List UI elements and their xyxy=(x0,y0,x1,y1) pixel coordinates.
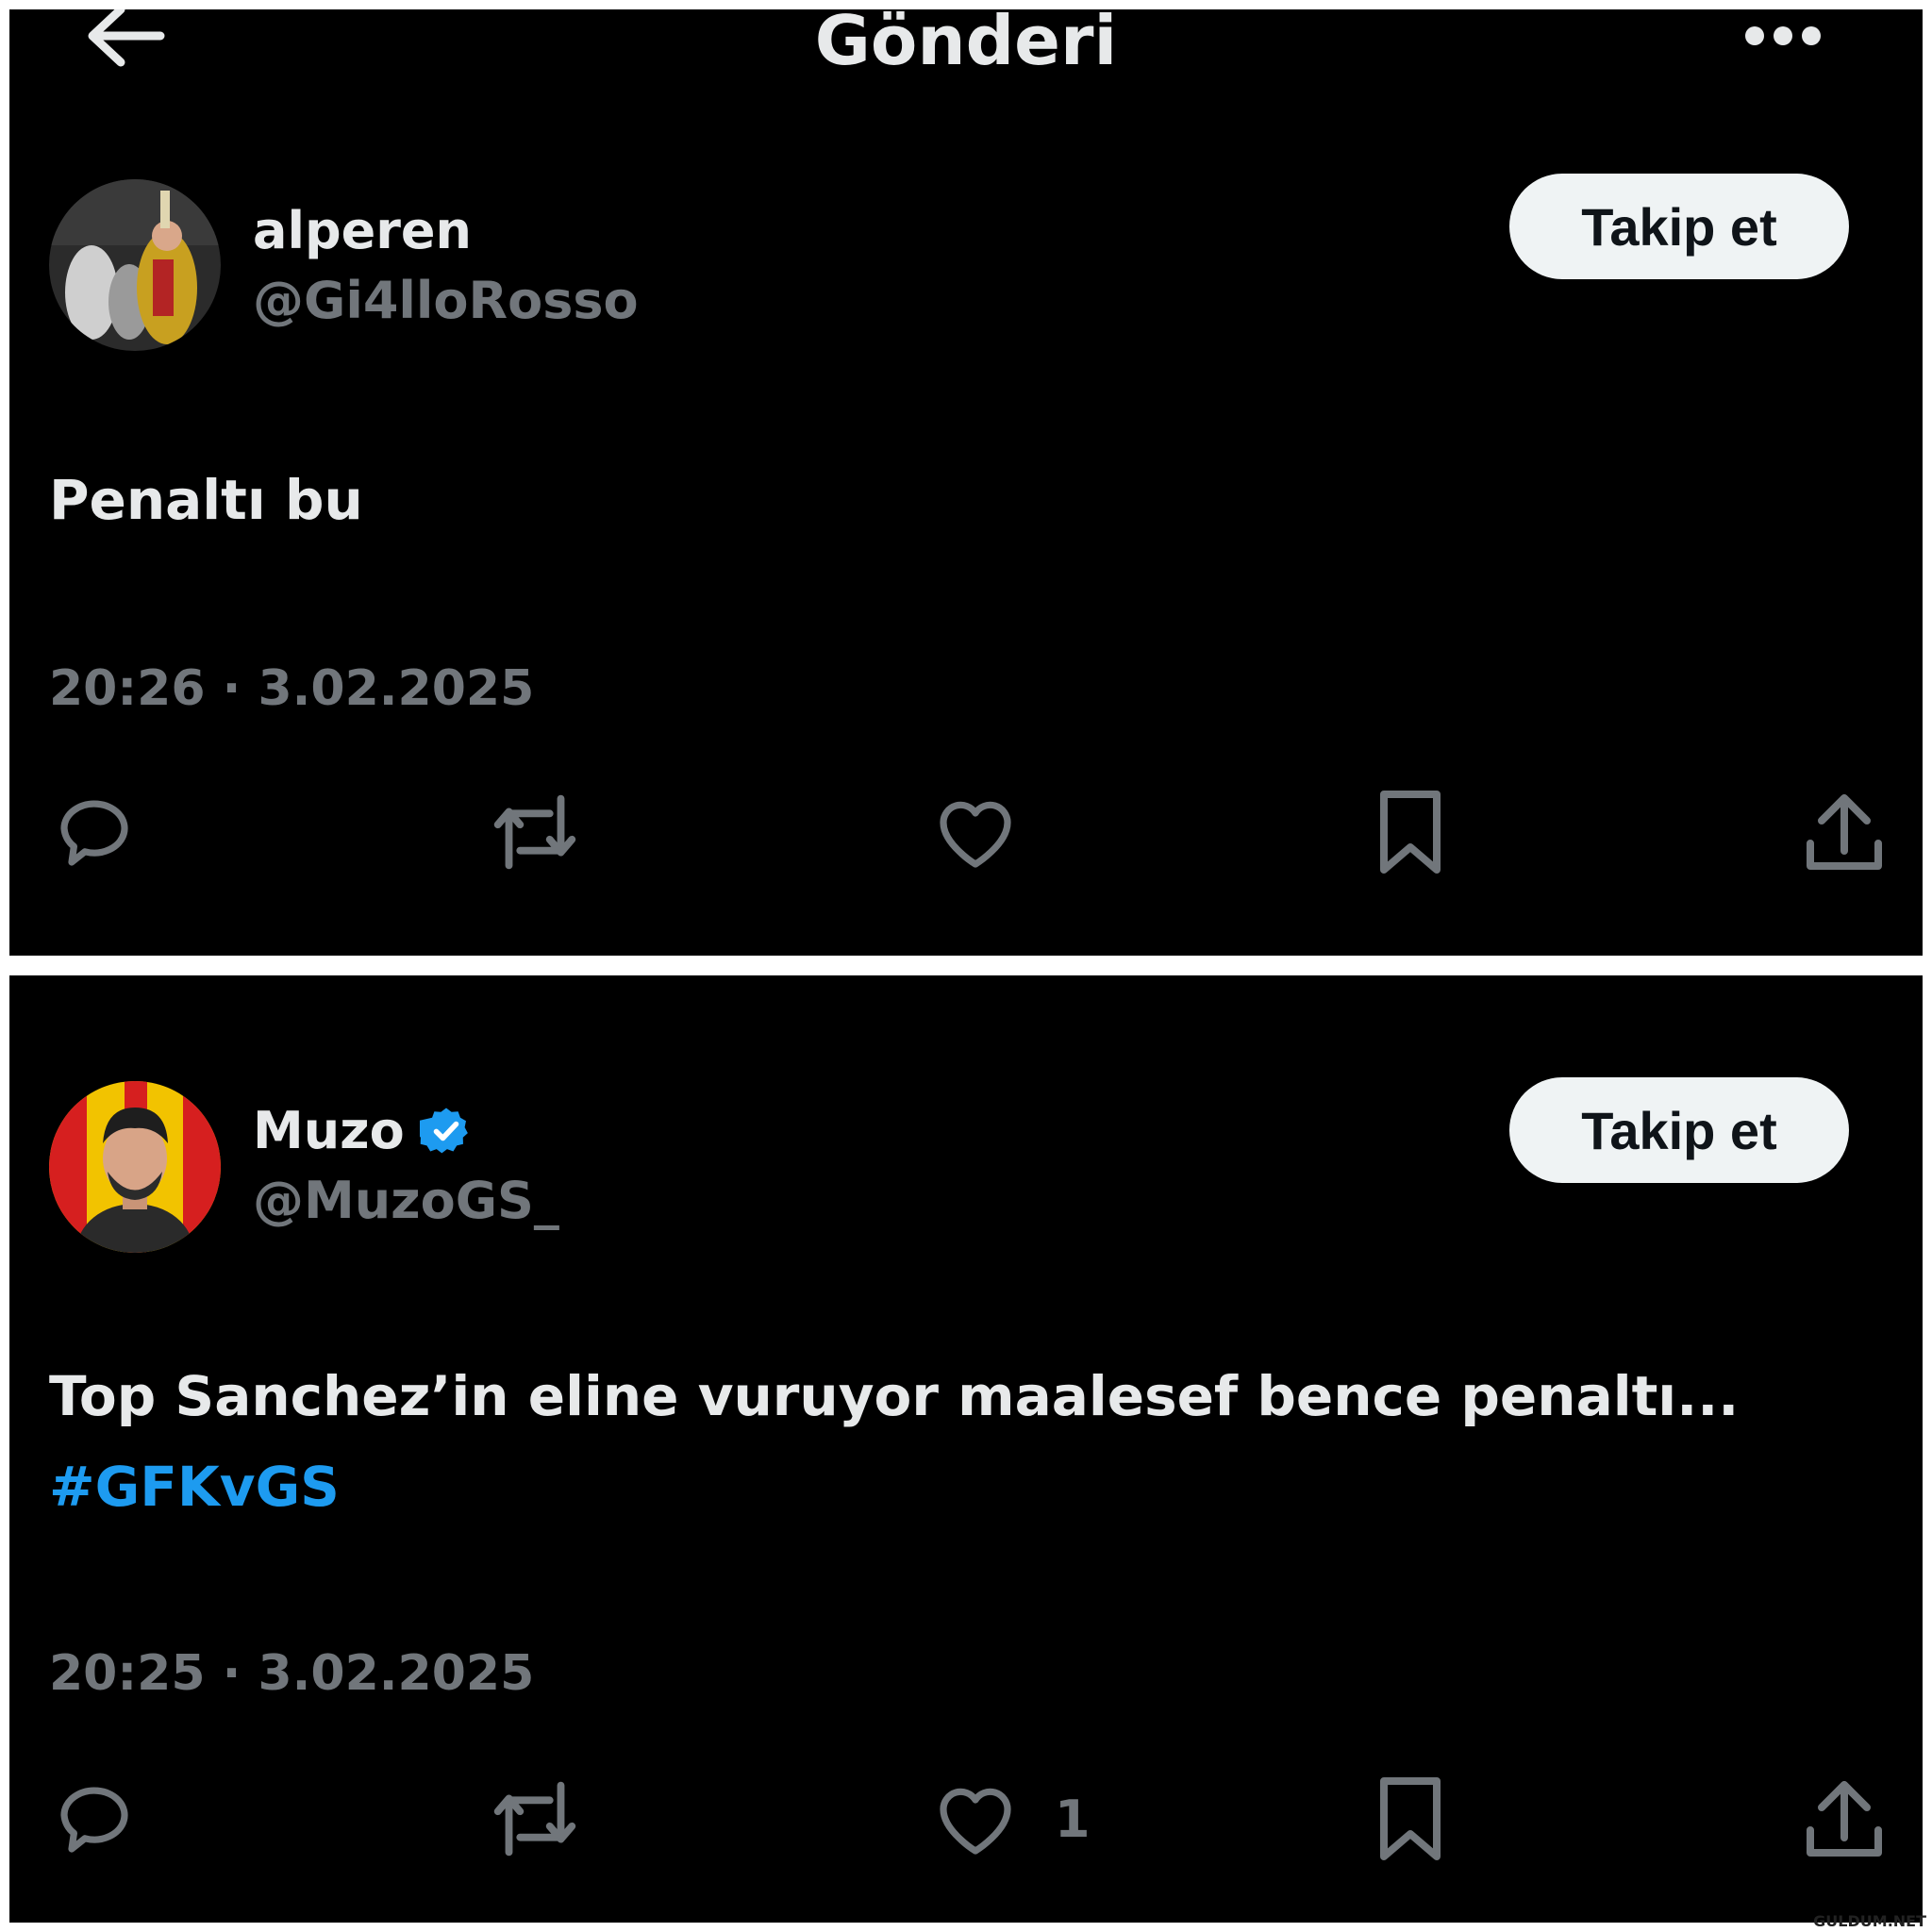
post-text: Top Sanchez’in eline vuruyor maalesef be… xyxy=(49,1364,1740,1428)
bookmark-button[interactable] xyxy=(1368,787,1453,877)
post-timestamp[interactable]: 20:26 · 3.02.2025 xyxy=(49,660,534,717)
post-panel-1: Gönderi alperen @Gi4lloRosso Takip et Pe… xyxy=(9,1,1923,956)
verified-badge-icon xyxy=(419,1108,468,1154)
share-icon xyxy=(1807,1781,1882,1857)
avatar[interactable] xyxy=(49,1081,221,1253)
page-title: Gönderi xyxy=(814,1,1118,80)
reply-icon xyxy=(60,1787,128,1853)
user-handle[interactable]: @Gi4lloRosso xyxy=(253,268,639,334)
bookmark-icon xyxy=(1380,791,1441,874)
bookmark-button[interactable] xyxy=(1368,1774,1453,1864)
avatar[interactable] xyxy=(49,179,221,351)
repost-icon xyxy=(493,794,576,870)
repost-button[interactable] xyxy=(483,1774,587,1864)
watermark: GULDUM.NET xyxy=(1813,1912,1926,1930)
display-name[interactable]: alperen xyxy=(253,198,472,264)
like-count: 1 xyxy=(1055,1789,1091,1849)
like-button[interactable] xyxy=(930,787,1055,877)
post-panel-2: Muzo @MuzoGS_ Takip et Top Sanchez’in el… xyxy=(9,975,1923,1923)
post-text: Penaltı bu xyxy=(49,468,363,532)
share-button[interactable] xyxy=(1802,787,1887,877)
more-horizontal-icon[interactable] xyxy=(1736,15,1830,53)
repost-button[interactable] xyxy=(483,787,587,877)
like-icon xyxy=(940,801,1011,868)
share-button[interactable] xyxy=(1802,1774,1887,1864)
avatar-photo xyxy=(49,179,221,351)
hashtag-link[interactable]: #GFKvGS xyxy=(49,1441,340,1532)
display-name[interactable]: Muzo xyxy=(253,1098,473,1164)
like-icon xyxy=(940,1788,1011,1855)
bookmark-icon xyxy=(1380,1777,1441,1860)
post-timestamp[interactable]: 20:25 · 3.02.2025 xyxy=(49,1645,534,1702)
reply-icon xyxy=(60,800,128,866)
follow-button[interactable]: Takip et xyxy=(1509,174,1849,279)
share-icon xyxy=(1807,794,1882,870)
display-name-text: alperen xyxy=(253,201,472,260)
like-button[interactable]: 1 xyxy=(930,1774,1091,1864)
reply-button[interactable] xyxy=(49,1774,140,1864)
reply-button[interactable] xyxy=(49,787,140,877)
display-name-text: Muzo xyxy=(253,1101,405,1160)
user-handle[interactable]: @MuzoGS_ xyxy=(253,1168,559,1234)
avatar-photo xyxy=(49,1081,221,1253)
follow-button[interactable]: Takip et xyxy=(1509,1077,1849,1183)
repost-icon xyxy=(493,1781,576,1857)
